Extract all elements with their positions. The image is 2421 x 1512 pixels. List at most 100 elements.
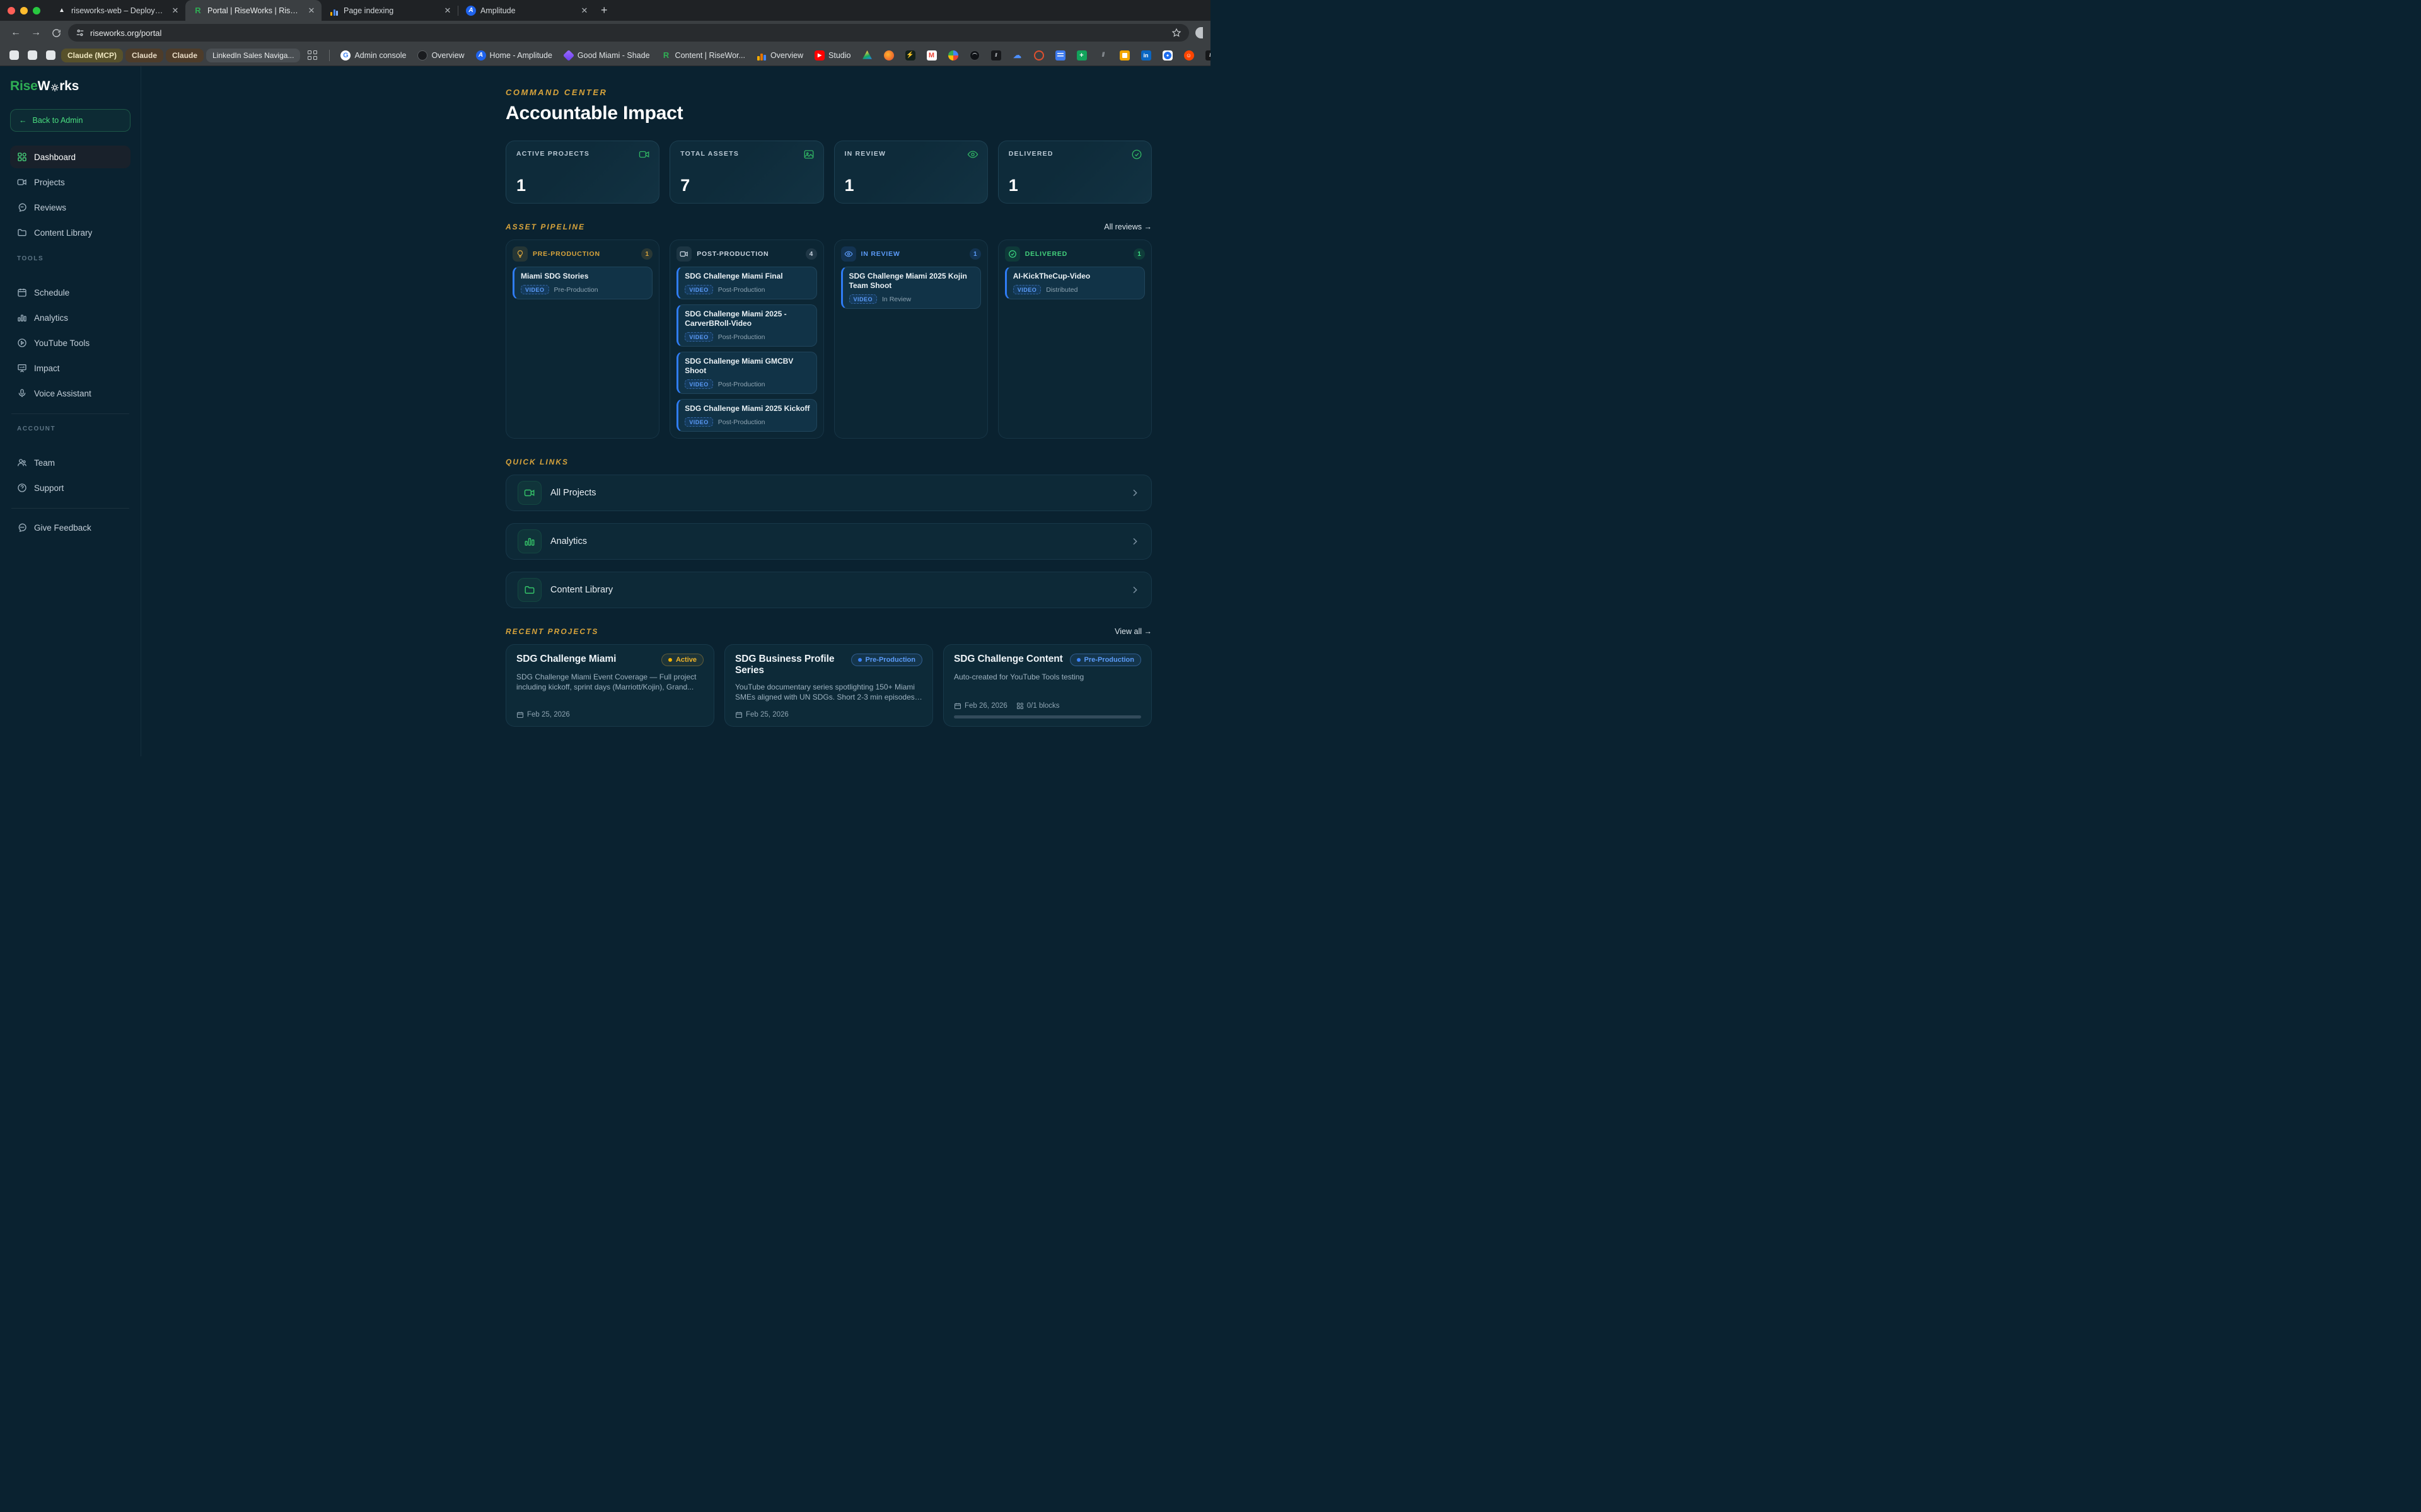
- sidebar-item-dashboard[interactable]: Dashboard: [10, 146, 131, 168]
- quick-link-all-projects[interactable]: All Projects: [506, 475, 1152, 511]
- close-tab-icon[interactable]: ✕: [443, 6, 453, 16]
- tab-portal-active[interactable]: R Portal | RiseWorks | RiseWorks ✕: [185, 0, 322, 21]
- bookmark-bolt[interactable]: ⚡: [901, 50, 920, 61]
- bookmark-signature[interactable]: //: [987, 50, 1006, 61]
- pipeline-card[interactable]: SDG Challenge Miami Final VIDEOPost-Prod…: [676, 267, 816, 299]
- quick-link-analytics[interactable]: Analytics: [506, 523, 1152, 560]
- quick-link-content-library[interactable]: Content Library: [506, 572, 1152, 608]
- sidebar-item-give-feedback[interactable]: Give Feedback: [10, 516, 131, 539]
- bookmark-studio[interactable]: ▶ Studio: [810, 50, 855, 61]
- sidebar-item-support[interactable]: Support: [10, 476, 131, 499]
- forward-icon[interactable]: →: [28, 25, 44, 41]
- all-reviews-link[interactable]: All reviews →: [1104, 222, 1152, 231]
- column-cards: SDG Challenge Miami 2025 Kojin Team Shoo…: [841, 267, 981, 309]
- pipeline-card[interactable]: Miami SDG Stories VIDEOPre-Production: [513, 267, 653, 299]
- quick-links-label: QUICK LINKS: [506, 458, 569, 466]
- url-bar[interactable]: riseworks.org/portal: [68, 24, 1189, 42]
- card-status: Post-Production: [718, 381, 765, 388]
- bookmark-good-miami-shade[interactable]: Good Miami - Shade: [559, 50, 654, 61]
- minimize-window-button[interactable]: [20, 7, 28, 14]
- column-name: DELIVERED: [1025, 250, 1129, 258]
- pipeline-card[interactable]: AI-KickTheCup-Video VIDEODistributed: [1005, 267, 1145, 299]
- amplitude-icon: A: [476, 50, 486, 61]
- close-window-button[interactable]: [8, 7, 15, 14]
- tab-group-linkedin-nav[interactable]: LinkedIn Sales Naviga...: [206, 49, 300, 62]
- sidebar-item-projects[interactable]: Projects: [10, 171, 131, 193]
- tab-deployments[interactable]: ▲ riseworks-web – Deployments ✕: [49, 0, 185, 21]
- pipeline-card[interactable]: SDG Challenge Miami 2025 Kickoff VIDEOPo…: [676, 399, 816, 432]
- bookmark-photos[interactable]: [944, 50, 963, 61]
- project-date: Feb 25, 2026: [735, 711, 789, 718]
- bookmark-label: Overview: [770, 51, 803, 60]
- bookmark-keep[interactable]: [1115, 50, 1134, 61]
- tab-group-square-icon[interactable]: [9, 50, 19, 60]
- project-card-sdg-challenge-content[interactable]: SDG Challenge Content Pre-Production Aut…: [943, 644, 1152, 727]
- project-card-sdg-challenge-miami[interactable]: SDG Challenge Miami Active SDG Challenge…: [506, 644, 714, 727]
- view-all-link[interactable]: View all →: [1115, 627, 1152, 636]
- pipeline-card[interactable]: SDG Challenge Miami 2025 Kojin Team Shoo…: [841, 267, 981, 309]
- pipeline-card[interactable]: SDG Challenge Miami 2025 - CarverBRoll-V…: [676, 304, 816, 347]
- zoom-window-button[interactable]: [33, 7, 40, 14]
- close-tab-icon[interactable]: ✕: [170, 6, 180, 16]
- tab-group-square-icon[interactable]: [28, 50, 37, 60]
- apps-grid-icon[interactable]: [308, 50, 318, 61]
- tab-group-claude-1[interactable]: Claude: [125, 49, 163, 62]
- tab-group-claude-2[interactable]: Claude: [166, 49, 204, 62]
- column-post-production: POST-PRODUCTION 4 SDG Challenge Miami Fi…: [670, 239, 823, 439]
- bookmark-drive[interactable]: [858, 50, 877, 61]
- bookmark-linkedin[interactable]: in: [1137, 50, 1156, 61]
- sidebar-item-analytics[interactable]: Analytics: [10, 306, 131, 329]
- sidebar-item-team[interactable]: Team: [10, 451, 131, 474]
- sidebar-item-reviews[interactable]: Reviews: [10, 196, 131, 219]
- bookmark-ring[interactable]: [1030, 50, 1048, 61]
- back-icon[interactable]: ←: [8, 25, 24, 41]
- stat-total-assets: TOTAL ASSETS 7: [670, 141, 823, 204]
- tab-amplitude[interactable]: A Amplitude ✕: [458, 0, 595, 21]
- sidebar-item-content-library[interactable]: Content Library: [10, 221, 131, 244]
- google-icon: G: [340, 50, 351, 61]
- tab-group-claude-mcp[interactable]: Claude (MCP): [61, 49, 123, 62]
- quick-links-header: QUICK LINKS: [506, 458, 1152, 466]
- sidebar-item-label: Reviews: [34, 203, 66, 212]
- reload-icon[interactable]: [48, 25, 64, 41]
- bookmark-docs[interactable]: [1051, 50, 1070, 61]
- close-tab-icon[interactable]: ✕: [579, 6, 589, 16]
- bookmark-star-icon[interactable]: [1171, 28, 1181, 38]
- sidebar-item-schedule[interactable]: Schedule: [10, 281, 131, 304]
- bookmark-overview-1[interactable]: Overview: [413, 50, 468, 61]
- bookmark-strokes[interactable]: //: [1094, 50, 1113, 61]
- bookmark-cloud[interactable]: ☁: [1008, 50, 1027, 61]
- project-description: SDG Challenge Miami Event Coverage — Ful…: [516, 672, 704, 692]
- bookmark-sunburst[interactable]: [880, 50, 898, 61]
- bookmark-reddit[interactable]: ☺: [1180, 50, 1199, 61]
- bookmark-content-riseworks[interactable]: R Content | RiseWor...: [657, 50, 750, 61]
- window-controls: [0, 0, 49, 21]
- tab-page-indexing[interactable]: Page indexing ✕: [322, 0, 458, 21]
- url-text[interactable]: riseworks.org/portal: [90, 28, 1166, 38]
- bookmark-riseworks-website[interactable]: // RiseWorks Websit...: [1201, 50, 1211, 61]
- bookmark-compass[interactable]: [1158, 50, 1177, 61]
- bookmark-home-amplitude[interactable]: A Home - Amplitude: [472, 50, 557, 61]
- extension-icon-partial[interactable]: [1195, 27, 1203, 38]
- bookmark-overview-2[interactable]: Overview: [752, 50, 808, 61]
- sidebar-item-voice-assistant[interactable]: Voice Assistant: [10, 382, 131, 405]
- quick-links: All Projects Analytics Content Library: [506, 475, 1152, 608]
- back-to-admin-button[interactable]: ← Back to Admin: [10, 109, 131, 132]
- pipeline-card[interactable]: SDG Challenge Miami GMCBV Shoot VIDEOPos…: [676, 352, 816, 394]
- project-card-sdg-business-profile-series[interactable]: SDG Business Profile Series Pre-Producti…: [724, 644, 933, 727]
- close-tab-icon[interactable]: ✕: [306, 6, 316, 16]
- folder-icon: [518, 578, 542, 602]
- bookmark-gmail[interactable]: M: [922, 50, 941, 61]
- tab-group-square-icon[interactable]: [46, 50, 55, 60]
- tools-section-label: TOOLS: [17, 255, 131, 262]
- bookmark-sheets[interactable]: +: [1072, 50, 1091, 61]
- new-tab-button[interactable]: +: [595, 4, 614, 17]
- sidebar-item-youtube-tools[interactable]: YouTube Tools: [10, 332, 131, 354]
- main-area: COMMAND CENTER Accountable Impact ACTIVE…: [141, 66, 1210, 756]
- column-header: DELIVERED 1: [1005, 246, 1145, 262]
- bookmark-admin-console[interactable]: G Admin console: [336, 50, 410, 61]
- site-settings-icon[interactable]: [76, 28, 84, 37]
- sidebar-item-impact[interactable]: Impact: [10, 357, 131, 379]
- date-label: Feb 25, 2026: [746, 711, 789, 718]
- bookmark-arc[interactable]: [965, 50, 984, 61]
